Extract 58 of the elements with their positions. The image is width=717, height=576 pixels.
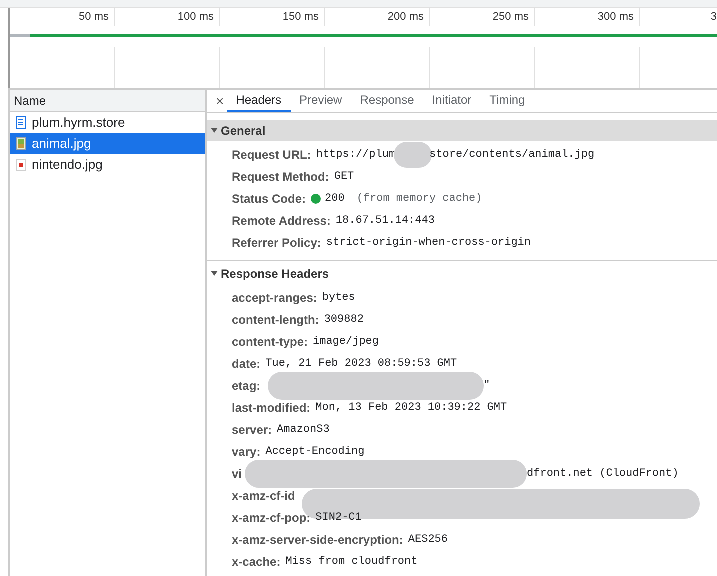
- time-tick-label: 150 ms: [282, 12, 319, 25]
- header-value: https://plum: [316, 148, 396, 163]
- header-value: AES256: [408, 532, 448, 548]
- time-tick-label: 100 ms: [178, 12, 214, 25]
- tab[interactable]: Response: [351, 90, 424, 112]
- header-name: vi: [232, 466, 242, 483]
- header-name: Remote Address:: [232, 213, 331, 230]
- close-button[interactable]: ×: [213, 90, 228, 112]
- header-name: Request Method:: [232, 169, 330, 186]
- time-tick-label: 3: [710, 12, 717, 25]
- request-item[interactable]: animal.jpg: [10, 133, 205, 154]
- time-tick-label: 200 ms: [388, 12, 424, 25]
- header-value: 309882: [324, 312, 364, 328]
- header-value: bytes: [322, 290, 356, 306]
- header-value: SIN2-C1: [316, 510, 362, 526]
- image-icon: [16, 158, 26, 170]
- header-value: Accept-Encoding: [266, 444, 365, 460]
- header-name: content-type:: [232, 334, 308, 351]
- time-tick-label: 300 ms: [598, 12, 634, 25]
- header-value: 18.67.51.14:443: [336, 214, 435, 229]
- header-value: store/contents/animal.jpg: [430, 148, 595, 163]
- header-name: Referrer Policy:: [232, 235, 322, 252]
- column-header: Name: [14, 92, 46, 110]
- caret-down-icon: [211, 127, 218, 134]
- tab[interactable]: Headers: [227, 90, 291, 112]
- header-name: accept-ranges:: [232, 290, 318, 307]
- header-name: etag:: [232, 378, 261, 395]
- header-value: image/jpeg: [313, 334, 380, 350]
- header-name: x-cache:: [232, 554, 281, 571]
- header-value: Tue, 21 Feb 2023 08:59:53 GMT: [266, 356, 458, 372]
- header-name: vary:: [232, 444, 261, 461]
- header-value: ": [484, 378, 490, 394]
- document-icon: [16, 116, 26, 129]
- section-header[interactable]: General: [207, 120, 717, 141]
- header-name: x-amz-server-side-encryption:: [232, 532, 404, 549]
- header-value: Mon, 13 Feb 2023 10:39:22 GMT: [316, 400, 508, 416]
- tab[interactable]: Initiator: [423, 90, 481, 112]
- header-name: content-length:: [232, 312, 320, 329]
- header-value: dfront.net (CloudFront): [527, 466, 679, 482]
- header-value: GET: [334, 170, 354, 185]
- header-value: Miss from cloudfront: [286, 554, 418, 570]
- header-value: AmazonS3: [277, 422, 330, 438]
- header-value: 200: [325, 192, 345, 207]
- header-name: Status Code:: [232, 191, 306, 208]
- time-tick-label: 50 ms: [79, 12, 109, 25]
- header-value: strict-origin-when-cross-origin: [326, 236, 532, 251]
- tab[interactable]: Preview: [290, 90, 352, 112]
- header-name: date:: [232, 356, 261, 373]
- header-name: server:: [232, 422, 272, 439]
- tab[interactable]: Timing: [480, 90, 534, 112]
- time-tick-label: 250 ms: [492, 12, 529, 25]
- header-name: Request URL:: [232, 147, 312, 164]
- image-icon: [16, 137, 26, 150]
- caret-down-icon: [211, 270, 218, 277]
- header-name: last-modified:: [232, 400, 311, 417]
- header-name: x-amz-cf-pop:: [232, 510, 311, 527]
- header-note: (from memory cache): [356, 192, 482, 207]
- header-name: x-amz-cf-id: [232, 488, 296, 505]
